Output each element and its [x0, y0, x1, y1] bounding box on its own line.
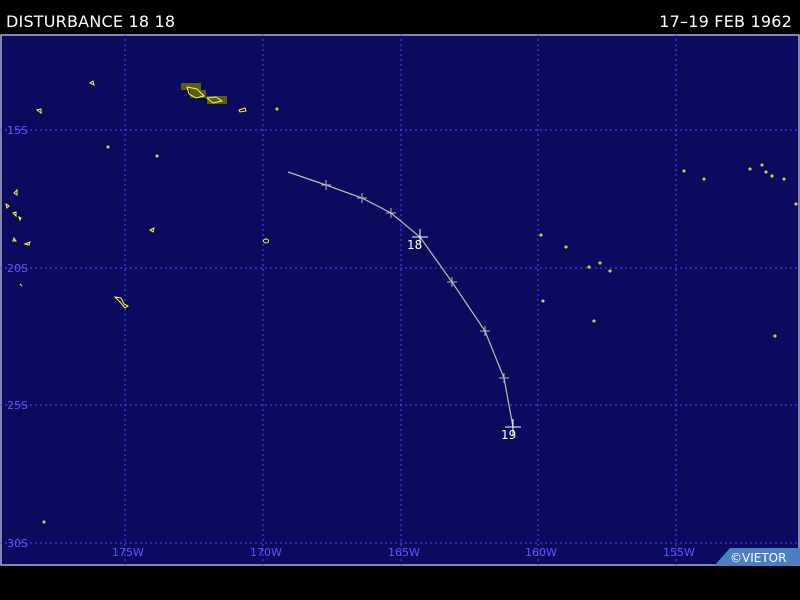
lon-label-160w: 160W — [525, 546, 557, 559]
ocean-background — [0, 34, 800, 566]
day-label-19: 19 — [501, 428, 516, 442]
footer-bar — [0, 566, 800, 600]
header-bar: DISTURBANCE 18 18 17–19 FEB 1962 — [0, 0, 800, 34]
track-map: 175W 170W 165W 160W 155W 15S 20S 25S 30S — [0, 34, 800, 566]
lon-label-165w: 165W — [388, 546, 420, 559]
storm-title: DISTURBANCE 18 18 — [6, 12, 176, 31]
lon-label-175w: 175W — [112, 546, 144, 559]
lat-label-20s: 20S — [7, 262, 28, 275]
lon-label-155w: 155W — [663, 546, 695, 559]
lon-label-170w: 170W — [250, 546, 282, 559]
day-label-18: 18 — [407, 238, 422, 252]
samoa-highlight-west — [181, 83, 201, 90]
samoa-highlight-mid — [190, 90, 206, 98]
credit-text: ©VIETOR — [730, 551, 786, 565]
lat-label-15s: 15S — [7, 124, 28, 137]
lat-label-30s: 30S — [7, 537, 28, 550]
date-range: 17–19 FEB 1962 — [659, 12, 792, 31]
lat-label-25s: 25S — [7, 399, 28, 412]
